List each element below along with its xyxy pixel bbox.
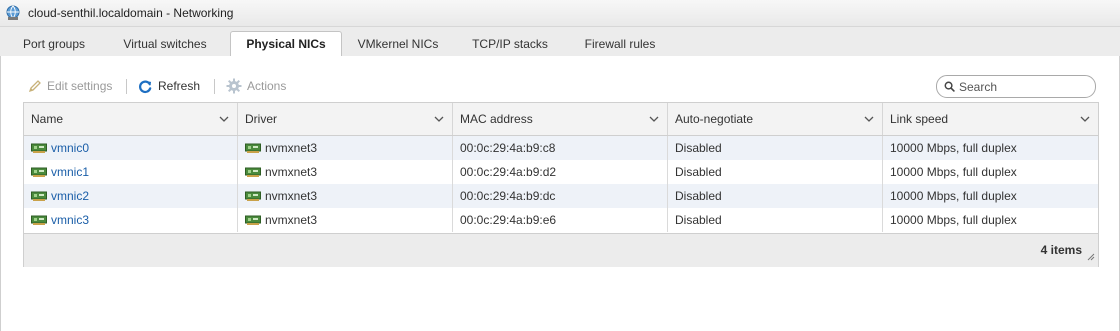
column-header-link-speed[interactable]: Link speed bbox=[883, 103, 1098, 135]
search-box bbox=[936, 75, 1096, 98]
cell-name: vmnic3 bbox=[24, 208, 238, 232]
cell-mac-address: 00:0c:29:4a:b9:e6 bbox=[453, 208, 668, 232]
cell-auto-negotiate: Disabled bbox=[668, 136, 883, 160]
chevron-down-icon[interactable] bbox=[434, 103, 444, 135]
cell-driver: nvmxnet3 bbox=[238, 184, 453, 208]
chevron-down-icon[interactable] bbox=[1080, 103, 1090, 135]
nic-icon bbox=[245, 167, 261, 177]
tab-virtual-switches[interactable]: Virtual switches bbox=[110, 32, 220, 56]
cell-auto-negotiate: Disabled bbox=[668, 184, 883, 208]
column-header-label: Auto-negotiate bbox=[675, 112, 754, 126]
pencil-icon bbox=[28, 80, 41, 93]
search-input[interactable] bbox=[959, 79, 1084, 94]
table-row[interactable]: vmnic2 nvmxnet3 00:0c:29:4a:b9:dc Disabl… bbox=[24, 184, 1098, 208]
nic-name-link[interactable]: vmnic0 bbox=[51, 141, 89, 155]
window-titlebar: cloud-senthil.localdomain - Networking bbox=[0, 0, 1120, 27]
column-header-auto-negotiate[interactable]: Auto-negotiate bbox=[668, 103, 883, 135]
cell-auto-negotiate: Disabled bbox=[668, 208, 883, 232]
cell-driver: nvmxnet3 bbox=[238, 136, 453, 160]
table-row[interactable]: vmnic0 nvmxnet3 00:0c:29:4a:b9:c8 Disabl… bbox=[24, 136, 1098, 160]
resize-grip-icon[interactable] bbox=[1087, 250, 1095, 264]
cell-mac-address: 00:0c:29:4a:b9:c8 bbox=[453, 136, 668, 160]
edit-settings-button[interactable]: Edit settings bbox=[28, 76, 112, 96]
tab-firewall-rules[interactable]: Firewall rules bbox=[573, 32, 667, 56]
driver-value: nvmxnet3 bbox=[265, 141, 318, 155]
cell-name: vmnic2 bbox=[24, 184, 238, 208]
edit-settings-label: Edit settings bbox=[47, 79, 113, 93]
column-header-label: Link speed bbox=[890, 112, 949, 126]
table-header: Name Driver MAC address Auto-negotiate L… bbox=[24, 103, 1098, 136]
nic-name-link[interactable]: vmnic3 bbox=[51, 213, 89, 227]
tab-port-groups[interactable]: Port groups bbox=[10, 32, 98, 56]
gear-icon bbox=[226, 78, 242, 94]
nic-icon bbox=[31, 143, 47, 153]
nic-icon bbox=[245, 191, 261, 201]
nic-icon bbox=[245, 143, 261, 153]
toolbar-divider bbox=[126, 79, 127, 94]
column-header-label: Name bbox=[31, 112, 64, 126]
cell-auto-negotiate: Disabled bbox=[668, 160, 883, 184]
column-header-mac-address[interactable]: MAC address bbox=[453, 103, 668, 135]
cell-link-speed: 10000 Mbps, full duplex bbox=[890, 165, 1017, 179]
actions-button[interactable]: Actions bbox=[226, 76, 286, 96]
driver-value: nvmxnet3 bbox=[265, 189, 318, 203]
cell-link-speed: 10000 Mbps, full duplex bbox=[890, 189, 1017, 203]
chevron-down-icon[interactable] bbox=[219, 103, 229, 135]
cell-driver: nvmxnet3 bbox=[238, 208, 453, 232]
tab-vmkernel-nics[interactable]: VMkernel NICs bbox=[348, 32, 448, 56]
content-panel: Edit settings Refresh Actions Search Nam… bbox=[0, 56, 1120, 331]
table-footer: 4 items bbox=[24, 233, 1098, 267]
item-count: 4 items bbox=[1040, 243, 1082, 257]
cell-driver: nvmxnet3 bbox=[238, 160, 453, 184]
driver-value: nvmxnet3 bbox=[265, 165, 318, 179]
toolbar-divider bbox=[214, 79, 215, 94]
physical-nics-table: Name Driver MAC address Auto-negotiate L… bbox=[23, 102, 1099, 267]
table-row[interactable]: vmnic1 nvmxnet3 00:0c:29:4a:b9:d2 Disabl… bbox=[24, 160, 1098, 184]
cell-link-speed: 10000 Mbps, full duplex bbox=[890, 141, 1017, 155]
tab-physical-nics[interactable]: Physical NICs bbox=[230, 31, 342, 57]
cell-mac-address: 00:0c:29:4a:b9:d2 bbox=[453, 160, 668, 184]
nic-icon bbox=[31, 167, 47, 177]
tab-bar: Port groups Virtual switches Physical NI… bbox=[0, 27, 1120, 57]
column-header-name[interactable]: Name bbox=[24, 103, 238, 135]
nic-icon bbox=[31, 191, 47, 201]
nic-name-link[interactable]: vmnic1 bbox=[51, 165, 89, 179]
cell-mac-address: 00:0c:29:4a:b9:dc bbox=[453, 184, 668, 208]
refresh-icon bbox=[139, 80, 152, 93]
window-title: cloud-senthil.localdomain - Networking bbox=[28, 6, 234, 20]
nic-name-link[interactable]: vmnic2 bbox=[51, 189, 89, 203]
driver-value: nvmxnet3 bbox=[265, 213, 318, 227]
cell-name: vmnic1 bbox=[24, 160, 238, 184]
chevron-down-icon[interactable] bbox=[864, 103, 874, 135]
nic-icon bbox=[31, 215, 47, 225]
nic-icon bbox=[245, 215, 261, 225]
table-row[interactable]: vmnic3 nvmxnet3 00:0c:29:4a:b9:e6 Disabl… bbox=[24, 208, 1098, 232]
chevron-down-icon[interactable] bbox=[649, 103, 659, 135]
networking-globe-icon bbox=[5, 4, 23, 22]
column-header-label: Driver bbox=[245, 112, 277, 126]
actions-label: Actions bbox=[247, 79, 287, 93]
cell-link-speed: 10000 Mbps, full duplex bbox=[890, 213, 1017, 227]
column-header-label: MAC address bbox=[460, 112, 533, 126]
column-header-driver[interactable]: Driver bbox=[238, 103, 453, 135]
tab-tcpip-stacks[interactable]: TCP/IP stacks bbox=[462, 32, 558, 56]
refresh-button[interactable]: Refresh bbox=[138, 76, 200, 96]
refresh-label: Refresh bbox=[158, 79, 201, 93]
cell-name: vmnic0 bbox=[24, 136, 238, 160]
search-icon bbox=[944, 81, 955, 92]
